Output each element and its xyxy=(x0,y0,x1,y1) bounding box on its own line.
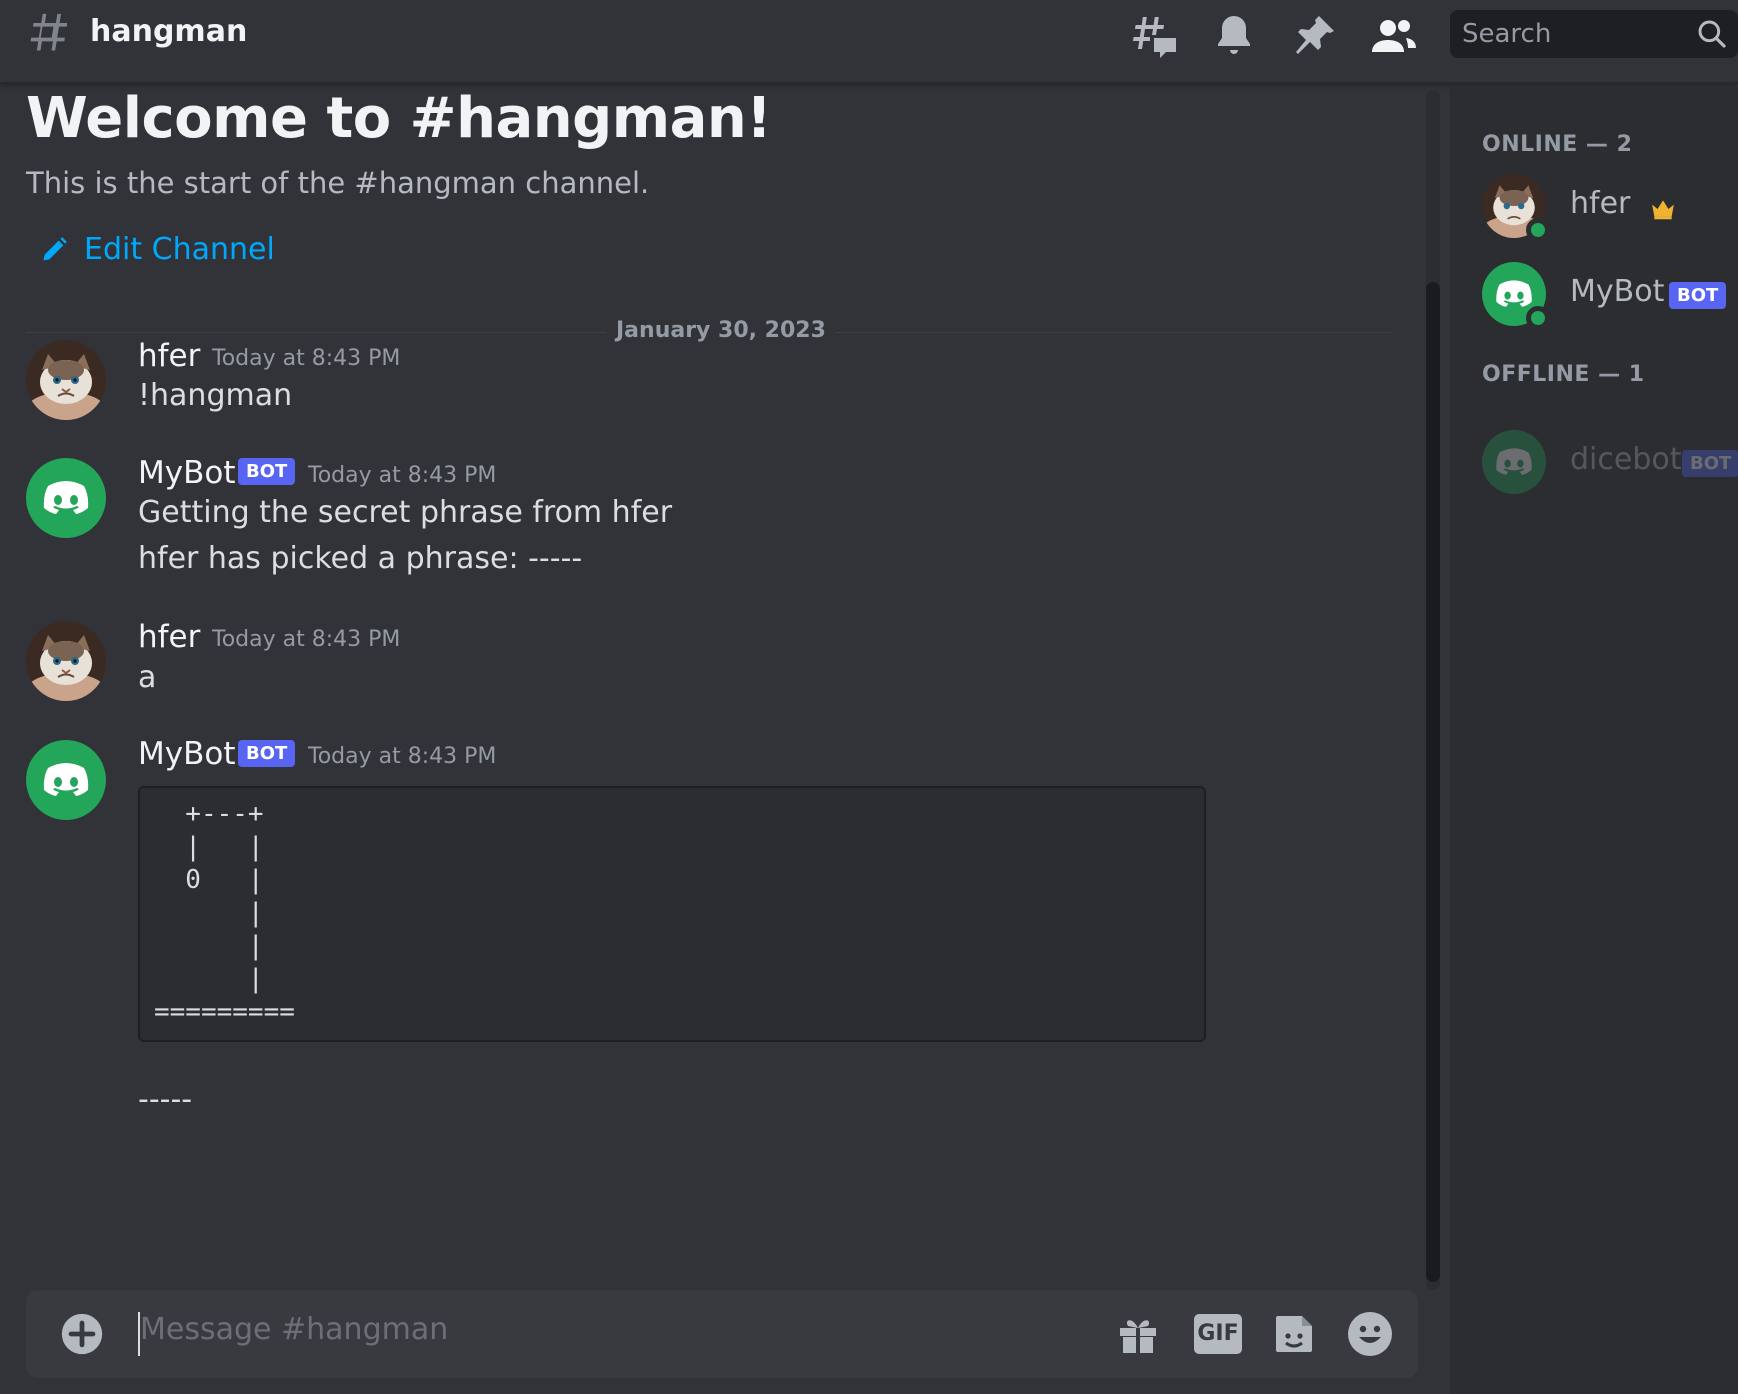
pin-icon[interactable] xyxy=(1290,12,1338,60)
message-text: !hangman xyxy=(138,378,293,413)
message-author[interactable]: MyBot xyxy=(138,736,235,772)
avatar[interactable] xyxy=(26,740,106,820)
online-status-icon xyxy=(1526,218,1550,242)
code-block: +---+ | | 0 | | | | ========= xyxy=(138,786,1206,1042)
edit-channel-link[interactable]: Edit Channel xyxy=(40,232,275,267)
avatar[interactable] xyxy=(26,340,106,420)
members-icon[interactable] xyxy=(1370,12,1418,60)
message-text: hfer has picked a phrase: ----- xyxy=(138,541,583,576)
channel-header: hangman Search xyxy=(0,0,1738,84)
online-group-label: ONLINE — 2 xyxy=(1482,132,1633,157)
avatar xyxy=(1482,174,1550,242)
threads-icon[interactable] xyxy=(1132,12,1180,60)
member-item[interactable]: hfer xyxy=(1482,174,1738,244)
welcome-subtitle: This is the start of the #hangman channe… xyxy=(26,166,650,200)
message-author[interactable]: hfer xyxy=(138,338,200,374)
message-timestamp: Today at 8:43 PM xyxy=(212,627,401,652)
welcome-title: Welcome to #hangman! xyxy=(26,86,772,151)
avatar[interactable] xyxy=(26,621,106,701)
message-composer[interactable]: Message #hangman GIF xyxy=(26,1290,1418,1378)
message-timestamp: Today at 8:43 PM xyxy=(212,346,401,371)
member-name: dicebot xyxy=(1570,442,1682,477)
bot-badge: BOT xyxy=(238,458,296,485)
discord-logo-icon xyxy=(1496,448,1532,475)
message-text: ----- xyxy=(138,1082,193,1117)
online-status-icon xyxy=(1526,306,1550,330)
search-icon xyxy=(1698,20,1726,48)
search-input[interactable]: Search xyxy=(1450,10,1738,58)
discord-window: hangman Search Welcome to #hangman! This… xyxy=(0,0,1738,1394)
sticker-icon[interactable] xyxy=(1270,1310,1318,1358)
discord-logo-icon xyxy=(43,481,89,514)
crown-icon xyxy=(1652,200,1674,220)
bell-icon[interactable] xyxy=(1210,12,1258,60)
member-item[interactable]: MyBot BOT xyxy=(1482,262,1738,332)
pencil-icon xyxy=(43,236,67,260)
message-author[interactable]: hfer xyxy=(138,619,200,655)
message-text: a xyxy=(138,660,157,695)
discord-logo-icon xyxy=(43,763,89,796)
member-name: hfer xyxy=(1570,186,1631,221)
gif-icon[interactable]: GIF xyxy=(1194,1314,1242,1354)
avatar xyxy=(1482,430,1546,494)
add-icon[interactable] xyxy=(60,1312,104,1356)
cat-avatar-icon xyxy=(26,340,106,420)
avatar xyxy=(1482,262,1550,330)
emoji-icon[interactable] xyxy=(1346,1310,1394,1358)
message-input[interactable]: Message #hangman xyxy=(140,1312,448,1347)
message-text: Getting the secret phrase from hfer xyxy=(138,495,673,530)
channel-title: hangman xyxy=(90,14,248,49)
bot-badge: BOT xyxy=(1682,450,1738,477)
search-placeholder: Search xyxy=(1462,19,1552,49)
hash-icon xyxy=(30,13,68,51)
avatar[interactable] xyxy=(26,458,106,538)
message-timestamp: Today at 8:43 PM xyxy=(308,744,497,769)
scrollbar-thumb[interactable] xyxy=(1426,282,1440,1282)
cat-avatar-icon xyxy=(26,621,106,701)
member-list: ONLINE — 2 hfer MyBot BOT OFFLINE — 1 di… xyxy=(1450,86,1738,1394)
offline-group-label: OFFLINE — 1 xyxy=(1482,362,1645,387)
member-item[interactable]: dicebot BOT xyxy=(1482,430,1738,500)
edit-channel-label: Edit Channel xyxy=(84,232,275,267)
bot-badge: BOT xyxy=(238,740,296,767)
hangman-ascii-art: +---+ | | 0 | | | | ========= xyxy=(154,799,295,1027)
message-timestamp: Today at 8:43 PM xyxy=(308,463,497,488)
gift-icon[interactable] xyxy=(1114,1310,1162,1358)
date-divider-label: January 30, 2023 xyxy=(606,318,836,343)
chat-area: Welcome to #hangman! This is the start o… xyxy=(0,86,1430,1296)
bot-badge: BOT xyxy=(1669,282,1727,309)
member-name: MyBot xyxy=(1570,274,1665,309)
message-author[interactable]: MyBot xyxy=(138,455,235,491)
